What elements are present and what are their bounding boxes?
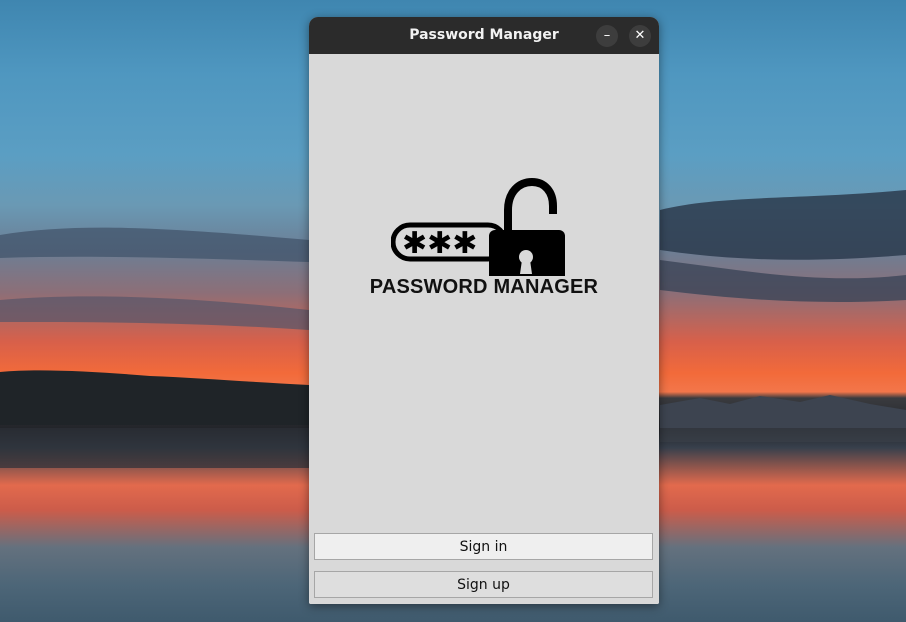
minimize-button[interactable]: – — [596, 25, 618, 47]
password-mask-text: ✱✱✱ — [402, 226, 477, 261]
app-logo-text: PASSWORD MANAGER — [369, 276, 599, 298]
padlock-icon: ✱✱✱ — [391, 177, 565, 276]
main-content: ✱✱✱ PASSWORD MANAGER Sign in Sign up — [309, 54, 659, 604]
password-manager-window: Password Manager – ✕ ✱✱✱ PASSWORD MANAGE… — [309, 17, 659, 604]
close-button[interactable]: ✕ — [629, 25, 651, 47]
titlebar[interactable]: Password Manager – ✕ — [309, 17, 659, 54]
sign-in-button[interactable]: Sign in — [314, 533, 653, 560]
sign-up-button[interactable]: Sign up — [314, 571, 653, 598]
